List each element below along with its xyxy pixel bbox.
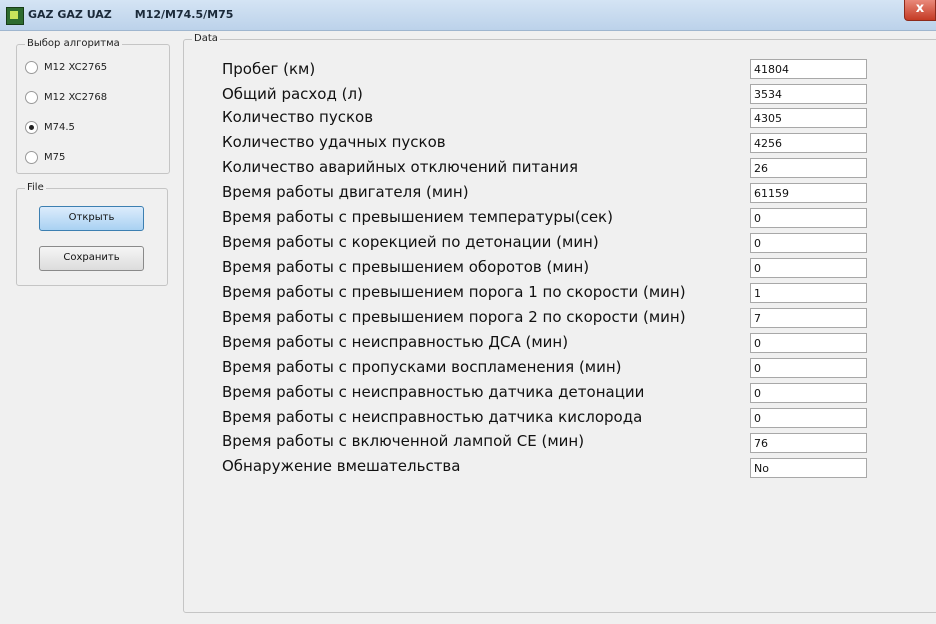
radio-m74-5[interactable]: M74.5 — [25, 120, 75, 134]
radio-m75[interactable]: M75 — [25, 150, 65, 164]
misfire-field[interactable] — [750, 358, 867, 378]
radio-label: M12 XC2768 — [44, 91, 108, 103]
knock-sensor-fault-field[interactable] — [750, 383, 867, 403]
row-label-starts: Количество пусков — [222, 108, 374, 126]
row-label-speed-threshold-1: Время работы с превышением порога 1 по с… — [222, 283, 686, 301]
row-label-total-fuel: Общий расход (л) — [222, 85, 363, 103]
mileage-field[interactable] — [750, 59, 867, 79]
row-label-power-failures: Количество аварийных отключений питания — [222, 158, 578, 176]
radio-label: M74.5 — [44, 121, 75, 133]
power-failures-field[interactable] — [750, 158, 867, 178]
algorithm-group: Выбор алгоритма M12 XC2765 M12 XC2768 M7… — [16, 38, 170, 174]
total-fuel-field[interactable] — [750, 84, 867, 104]
overrev-field[interactable] — [750, 258, 867, 278]
row-label-overrev: Время работы с превышением оборотов (мин… — [222, 258, 590, 276]
radio-indicator[interactable] — [25, 120, 38, 134]
row-label-overtemp-runtime: Время работы с превышением температуры(с… — [222, 208, 613, 226]
row-label-misfire: Время работы с пропусками воспламенения … — [222, 358, 622, 376]
row-label-oxygen-sensor-fault: Время работы с неисправностью датчика ки… — [222, 408, 643, 426]
chip-icon — [6, 7, 24, 25]
radio-indicator[interactable] — [25, 90, 38, 104]
open-button[interactable]: Открыть — [39, 206, 144, 231]
radio-indicator[interactable] — [25, 60, 38, 74]
overtemp-runtime-field[interactable] — [750, 208, 867, 228]
title-bar: GAZ GAZ UAZ M12/M74.5/M75 x — [0, 0, 936, 31]
window-title: GAZ GAZ UAZ M12/M74.5/M75 — [28, 8, 234, 21]
row-label-mileage: Пробег (км) — [222, 60, 316, 78]
file-group-legend: File — [25, 182, 46, 193]
speed-threshold-2-field[interactable] — [750, 308, 867, 328]
row-label-speed-threshold-2: Время работы с превышением порога 2 по с… — [222, 308, 686, 326]
row-label-engine-runtime: Время работы двигателя (мин) — [222, 183, 469, 201]
successful-starts-field[interactable] — [750, 133, 867, 153]
speed-threshold-1-field[interactable] — [750, 283, 867, 303]
dsa-fault-field[interactable] — [750, 333, 867, 353]
tamper-detection-field[interactable] — [750, 458, 867, 478]
starts-field[interactable] — [750, 108, 867, 128]
radio-m12-xc2765[interactable]: M12 XC2765 — [25, 60, 107, 74]
data-group: Data Пробег (км) Общий расход (л) Количе… — [183, 33, 936, 613]
radio-label: M75 — [44, 151, 66, 163]
knock-correction-field[interactable] — [750, 233, 867, 253]
engine-runtime-field[interactable] — [750, 183, 867, 203]
radio-indicator[interactable] — [25, 150, 38, 164]
row-label-successful-starts: Количество удачных пусков — [222, 133, 446, 151]
file-group: File Открыть Сохранить — [16, 182, 168, 286]
close-button[interactable]: x — [904, 0, 936, 21]
ce-lamp-field[interactable] — [750, 433, 867, 453]
row-label-ce-lamp: Время работы с включенной лампой CE (мин… — [222, 432, 585, 450]
radio-m12-xc2768[interactable]: M12 XC2768 — [25, 90, 107, 104]
algorithm-group-legend: Выбор алгоритма — [25, 38, 122, 49]
oxygen-sensor-fault-field[interactable] — [750, 408, 867, 428]
row-label-knock-correction: Время работы с корекцией по детонации (м… — [222, 233, 599, 251]
row-label-knock-sensor-fault: Время работы с неисправностью датчика де… — [222, 383, 645, 401]
save-button[interactable]: Сохранить — [39, 246, 144, 271]
data-group-legend: Data — [192, 33, 220, 44]
row-label-dsa-fault: Время работы с неисправностью ДСА (мин) — [222, 333, 569, 351]
radio-label: M12 XC2765 — [44, 61, 108, 73]
row-label-tamper-detection: Обнаружение вмешательства — [222, 457, 461, 475]
